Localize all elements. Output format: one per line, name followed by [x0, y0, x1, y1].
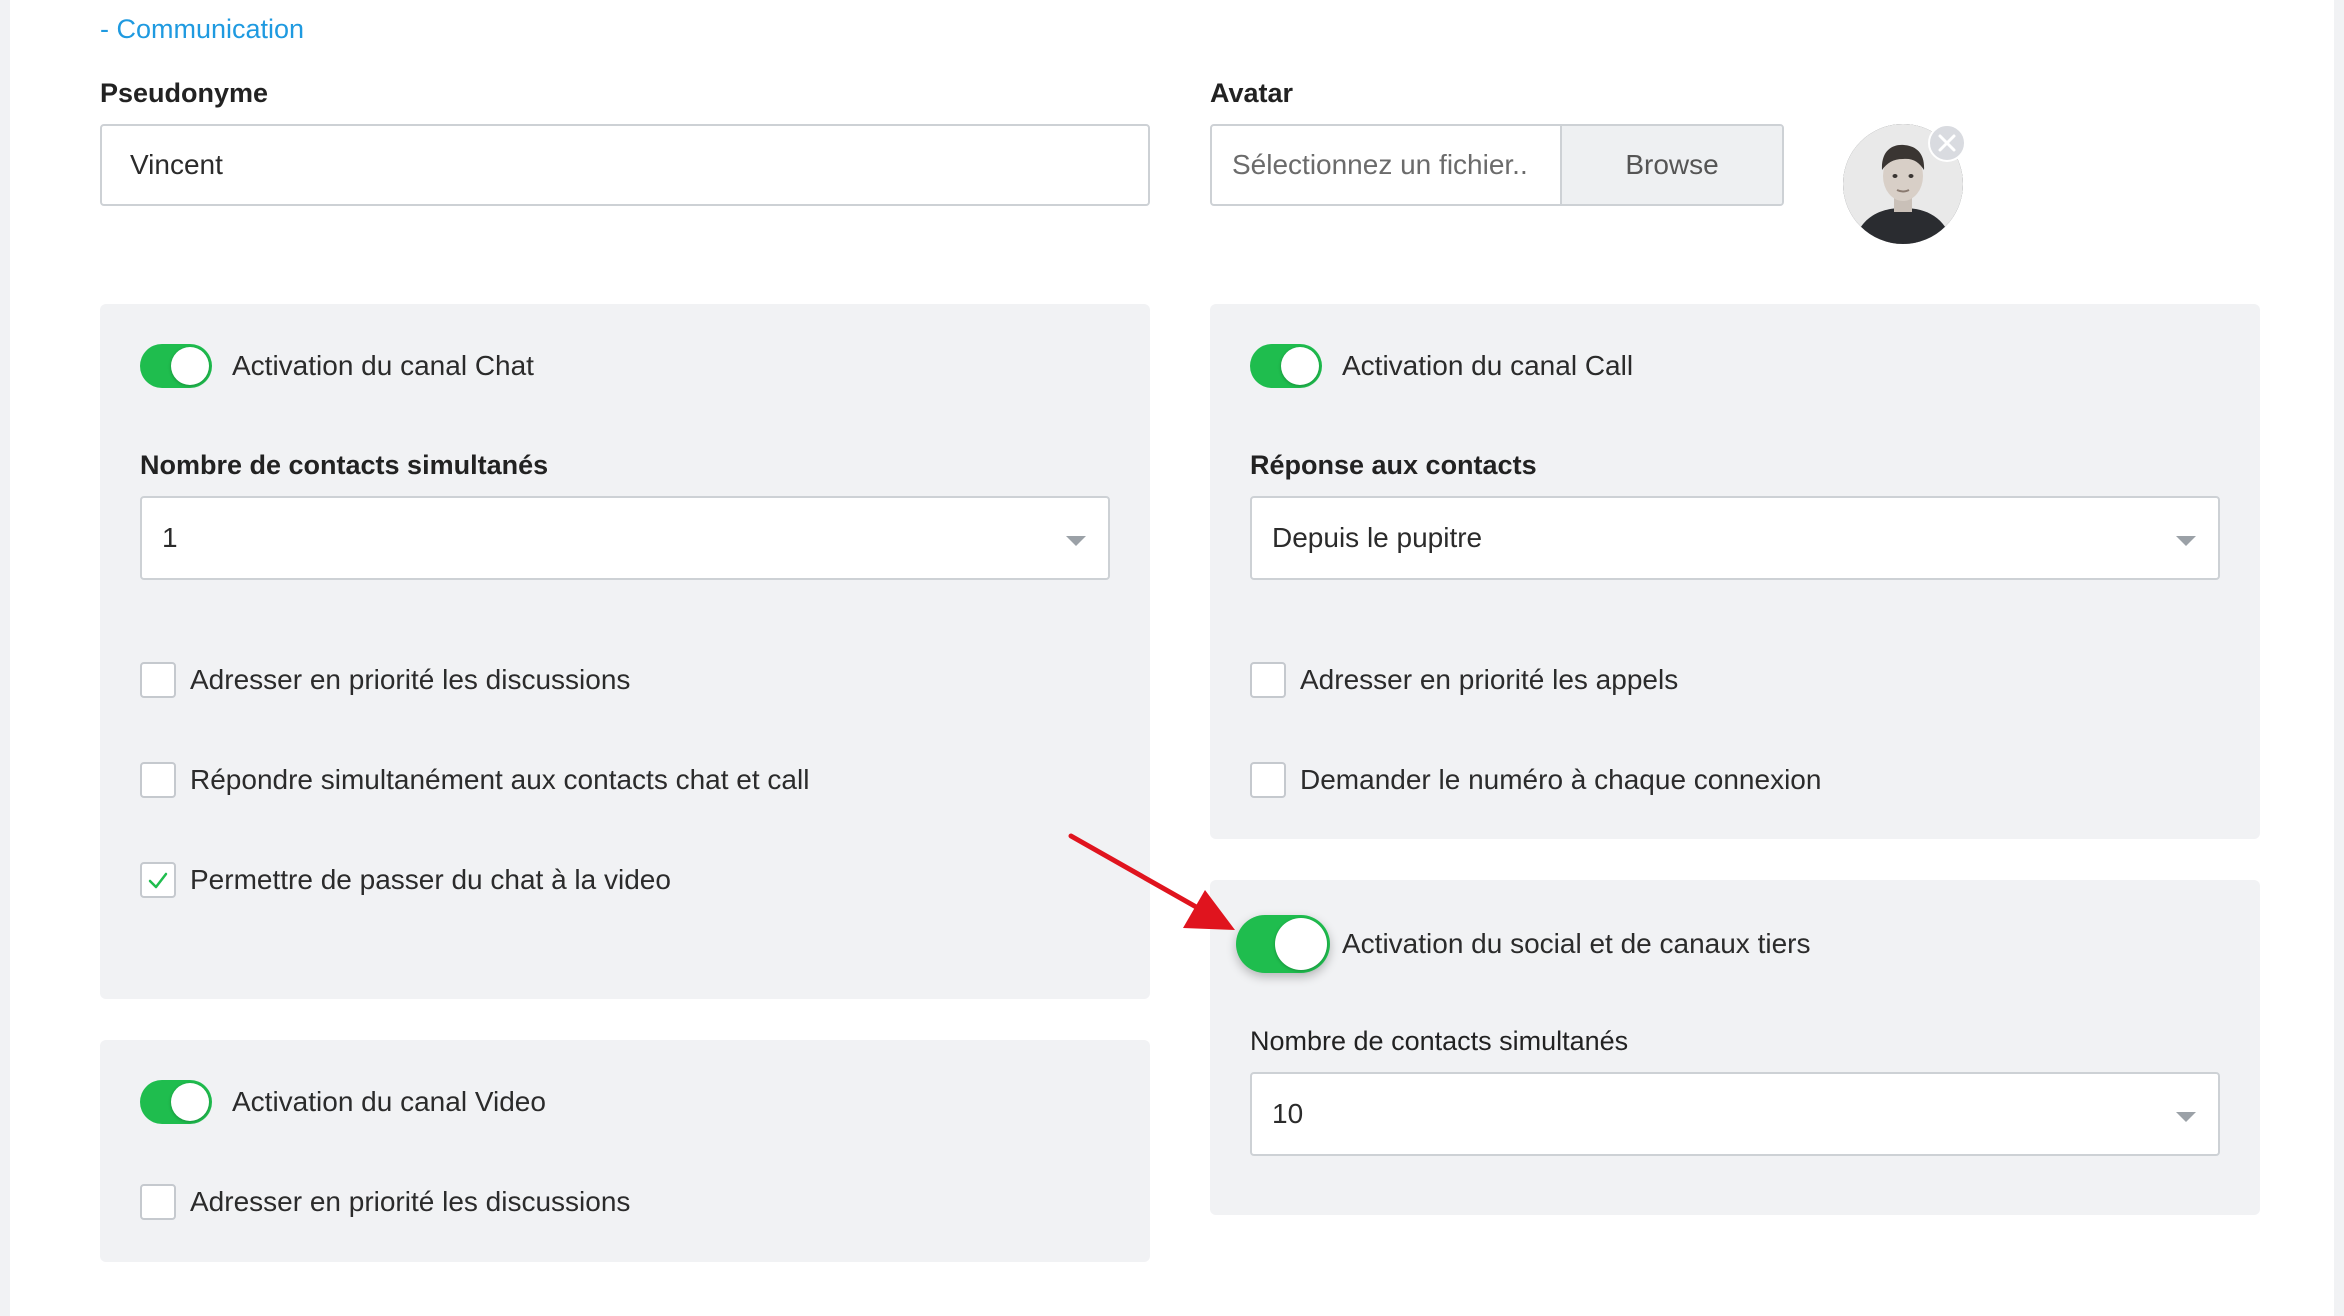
social-toggle-row: Activation du social et de canaux tiers	[1236, 915, 1810, 973]
chat-toggle-label: Activation du canal Chat	[232, 350, 534, 381]
close-icon	[1938, 134, 1956, 152]
chat-check-video[interactable]: Permettre de passer du chat à la video	[140, 862, 671, 898]
chevron-down-icon	[2176, 1112, 2196, 1122]
video-panel: Activation du canal Video Adresser en pr…	[100, 1040, 1150, 1262]
chevron-down-icon	[2176, 536, 2196, 546]
call-response-label: Réponse aux contacts	[1250, 450, 1537, 480]
call-response-value: Depuis le pupitre	[1272, 522, 1483, 553]
checkbox-label: Adresser en priorité les discussions	[190, 1186, 631, 1217]
toggle-knob	[171, 1083, 209, 1121]
social-contacts-value: 10	[1272, 1098, 1304, 1129]
checkbox-checked[interactable]	[140, 862, 176, 898]
checkbox-label: Répondre simultanément aux contacts chat…	[190, 764, 810, 795]
checkbox-label: Demander le numéro à chaque connexion	[1300, 764, 1822, 795]
call-check-priority[interactable]: Adresser en priorité les appels	[1250, 662, 1678, 698]
pseudonyme-label: Pseudonyme	[100, 78, 269, 108]
video-toggle[interactable]	[140, 1080, 212, 1124]
toggle-knob	[171, 347, 209, 385]
call-panel: Activation du canal Call Réponse aux con…	[1210, 304, 2260, 839]
social-toggle-label: Activation du social et de canaux tiers	[1342, 928, 1811, 959]
video-toggle-label: Activation du canal Video	[232, 1086, 546, 1117]
chat-check-simultaneous[interactable]: Répondre simultanément aux contacts chat…	[140, 762, 809, 798]
checkbox-label: Adresser en priorité les appels	[1300, 664, 1679, 695]
section-title-communication[interactable]: - Communication	[100, 14, 304, 45]
social-panel: Activation du social et de canaux tiers …	[1210, 880, 2260, 1215]
chat-contacts-value: 1	[162, 522, 178, 553]
call-response-select[interactable]: Depuis le pupitre	[1250, 496, 2220, 580]
social-contacts-label: Nombre de contacts simultanés	[1250, 1026, 1629, 1056]
browse-button[interactable]: Browse	[1560, 126, 1782, 204]
call-check-number[interactable]: Demander le numéro à chaque connexion	[1250, 762, 1821, 798]
toggle-knob	[1275, 918, 1327, 970]
annotation-arrow-icon	[1068, 833, 1235, 930]
video-check-priority[interactable]: Adresser en priorité les discussions	[140, 1184, 630, 1220]
checkbox[interactable]	[140, 1184, 176, 1220]
checkbox[interactable]	[1250, 762, 1286, 798]
avatar-label: Avatar	[1210, 78, 1294, 108]
call-toggle-label: Activation du canal Call	[1342, 350, 1634, 381]
pseudonyme-input[interactable]: Vincent	[100, 124, 1150, 206]
avatar-file-input[interactable]: Sélectionnez un fichier.. Browse	[1210, 124, 1784, 206]
chevron-down-icon	[1066, 536, 1086, 546]
pseudonyme-value: Vincent	[130, 149, 223, 180]
page: - Communication Pseudonyme Vincent Avata…	[0, 0, 2344, 1316]
checkbox-label: Permettre de passer du chat à la video	[190, 864, 671, 895]
checkmark-icon	[148, 872, 168, 889]
chat-contacts-select[interactable]: 1	[140, 496, 1110, 580]
checkbox[interactable]	[140, 662, 176, 698]
social-toggle[interactable]	[1236, 915, 1330, 973]
chat-toggle-row: Activation du canal Chat	[140, 344, 534, 388]
checkbox-label: Adresser en priorité les discussions	[190, 664, 631, 695]
chat-contacts-label: Nombre de contacts simultanés	[140, 450, 549, 480]
chat-toggle[interactable]	[140, 344, 212, 388]
chat-panel: Activation du canal Chat Nombre de conta…	[100, 304, 1150, 999]
file-placeholder: Sélectionnez un fichier..	[1232, 149, 1528, 180]
avatar-remove-button[interactable]	[1928, 124, 1966, 162]
toggle-knob	[1281, 347, 1319, 385]
chat-check-priority[interactable]: Adresser en priorité les discussions	[140, 662, 630, 698]
social-contacts-select[interactable]: 10	[1250, 1072, 2220, 1156]
checkbox[interactable]	[1250, 662, 1286, 698]
call-toggle[interactable]	[1250, 344, 1322, 388]
checkbox[interactable]	[140, 762, 176, 798]
video-toggle-row: Activation du canal Video	[140, 1080, 546, 1124]
call-toggle-row: Activation du canal Call	[1250, 344, 1633, 388]
